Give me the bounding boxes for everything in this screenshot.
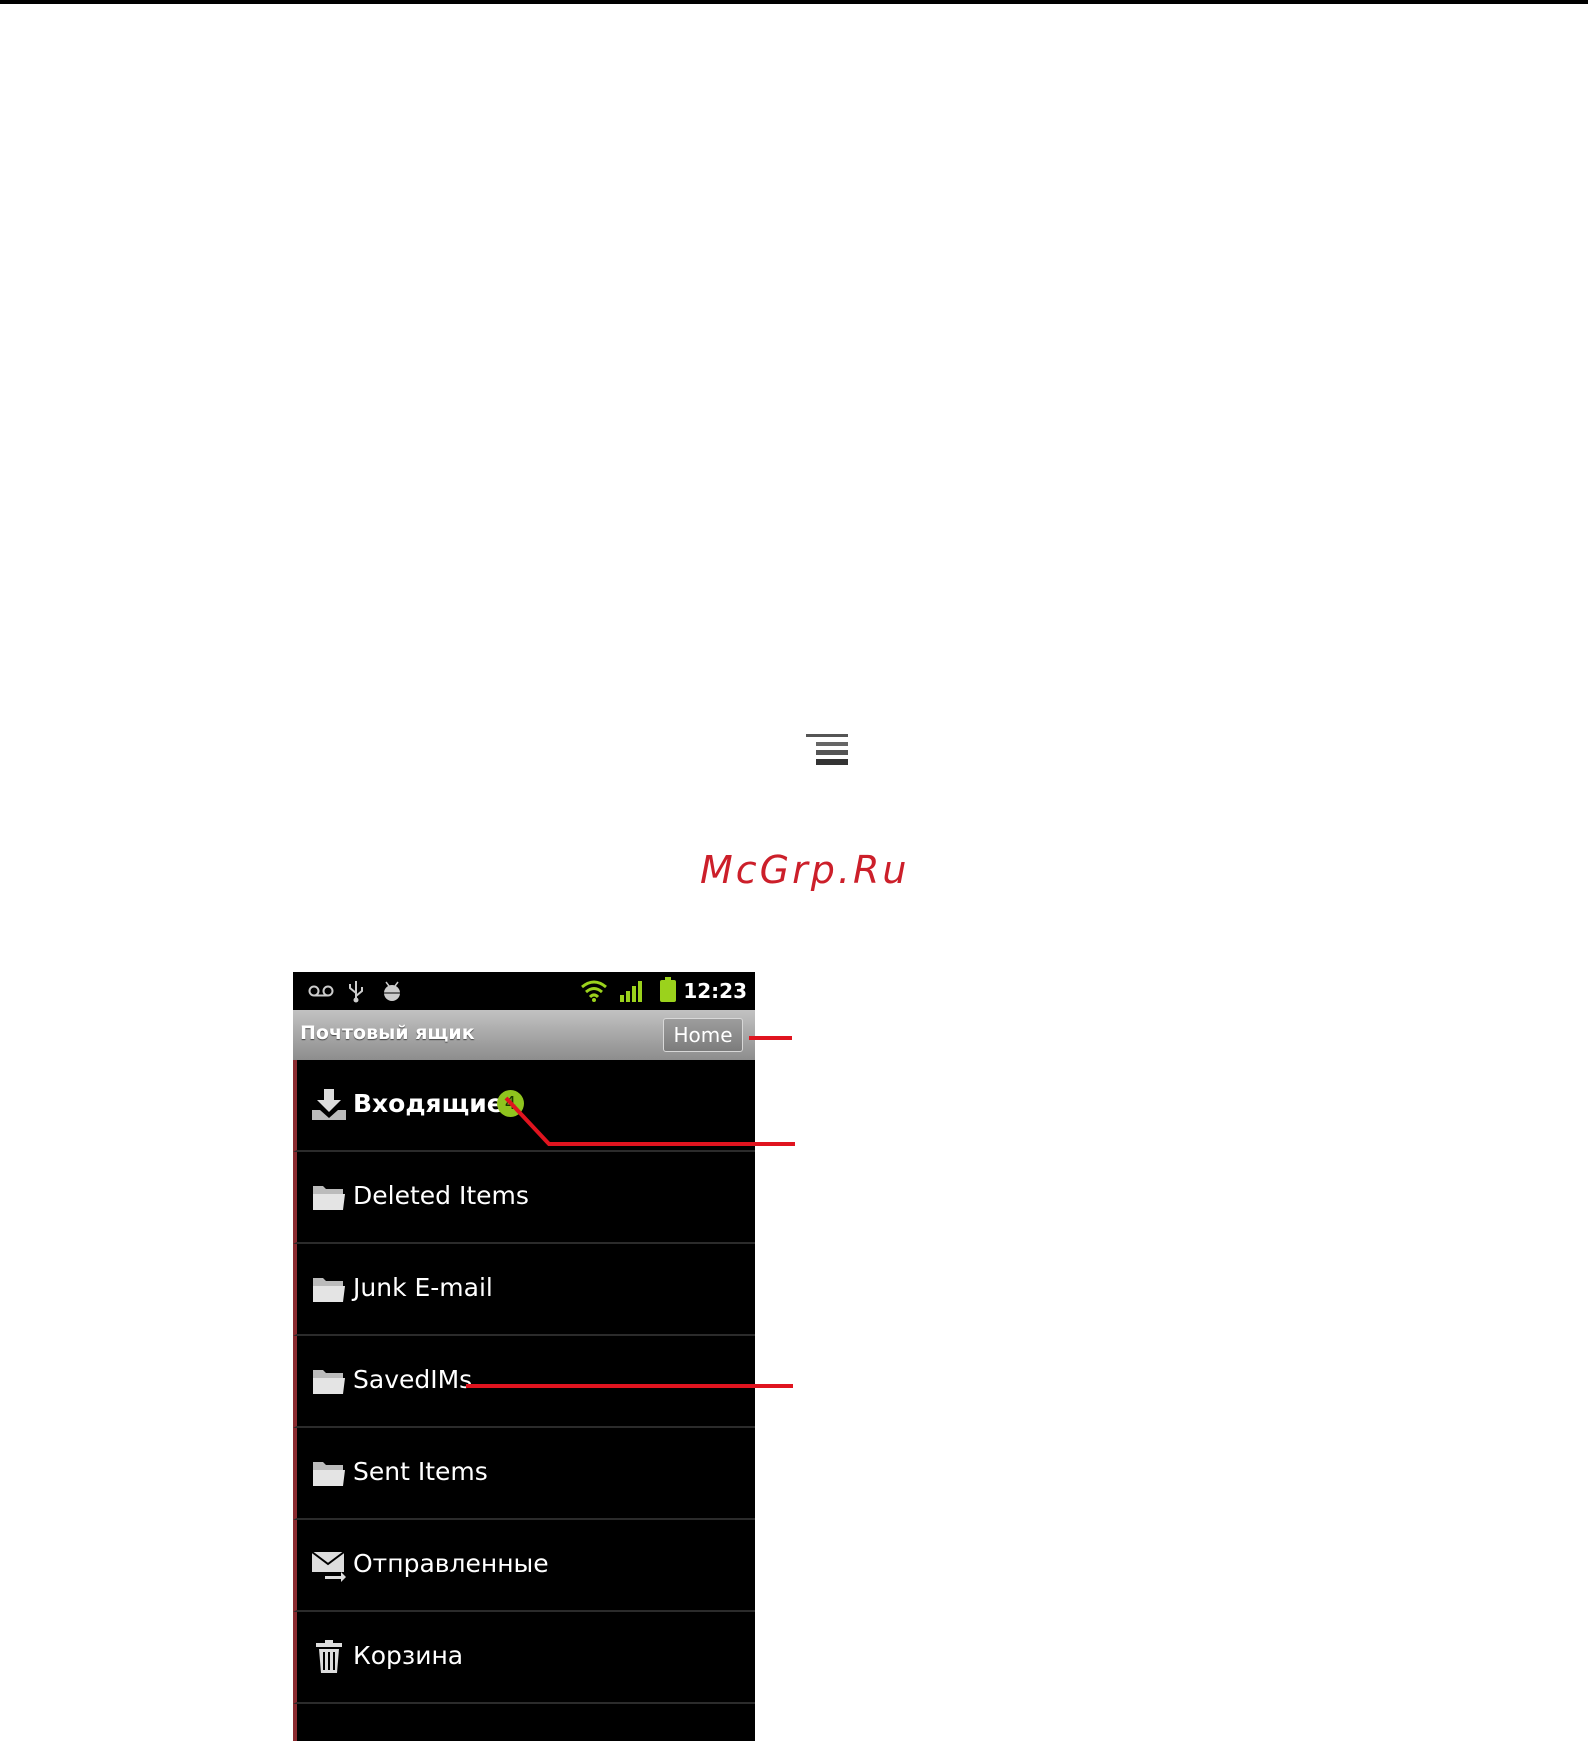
top-rule	[0, 0, 1588, 4]
folder-icon	[313, 1186, 345, 1210]
title-bar: Почтовый ящик Home	[293, 1010, 755, 1060]
folder-label: Junk E-mail	[353, 1273, 493, 1302]
wifi-icon	[581, 980, 607, 1002]
android-debug-icon	[384, 981, 400, 1001]
folder-label: SavedIMs	[353, 1365, 473, 1394]
folder-item-trash[interactable]: Корзина	[293, 1612, 755, 1704]
folder-list: Входящие 4 Deleted Items Junk E-mail Sav…	[293, 1060, 755, 1741]
folder-icon	[313, 1462, 345, 1486]
phone-screenshot: 12:23 Почтовый ящик Home Входящие 4 Dele…	[293, 972, 755, 1741]
folder-label: Входящие	[353, 1089, 504, 1118]
outbox-envelope-icon	[311, 1551, 346, 1582]
folder-icon	[313, 1278, 345, 1302]
inbox-download-icon	[312, 1089, 346, 1120]
voicemail-icon	[308, 985, 334, 997]
status-time: 12:23	[683, 979, 747, 1003]
status-bar: 12:23	[293, 972, 755, 1010]
battery-icon	[660, 977, 676, 1002]
signal-icon	[620, 981, 642, 1002]
trash-icon	[316, 1640, 342, 1673]
folder-icon	[313, 1370, 345, 1394]
menu-key-icon	[806, 734, 848, 765]
folder-label: Корзина	[353, 1641, 464, 1670]
usb-icon	[349, 981, 363, 1003]
folder-label: Отправленные	[353, 1549, 549, 1578]
folder-label: Deleted Items	[353, 1181, 529, 1210]
folder-item-deleted-items[interactable]: Deleted Items	[293, 1152, 755, 1244]
folder-item-inbox[interactable]: Входящие 4	[293, 1060, 755, 1152]
folder-label: Sent Items	[353, 1457, 488, 1486]
home-button[interactable]: Home	[663, 1018, 743, 1052]
folder-item-savedims[interactable]: SavedIMs	[293, 1336, 755, 1428]
folder-item-junk-email[interactable]: Junk E-mail	[293, 1244, 755, 1336]
page-title: Почтовый ящик	[300, 1022, 475, 1044]
folder-item-outbox[interactable]: Отправленные	[293, 1520, 755, 1612]
folder-item-partial[interactable]	[293, 1704, 755, 1741]
unread-count-badge: 4	[497, 1090, 524, 1117]
folder-item-sent-items[interactable]: Sent Items	[293, 1428, 755, 1520]
watermark: McGrp.Ru	[700, 848, 910, 892]
